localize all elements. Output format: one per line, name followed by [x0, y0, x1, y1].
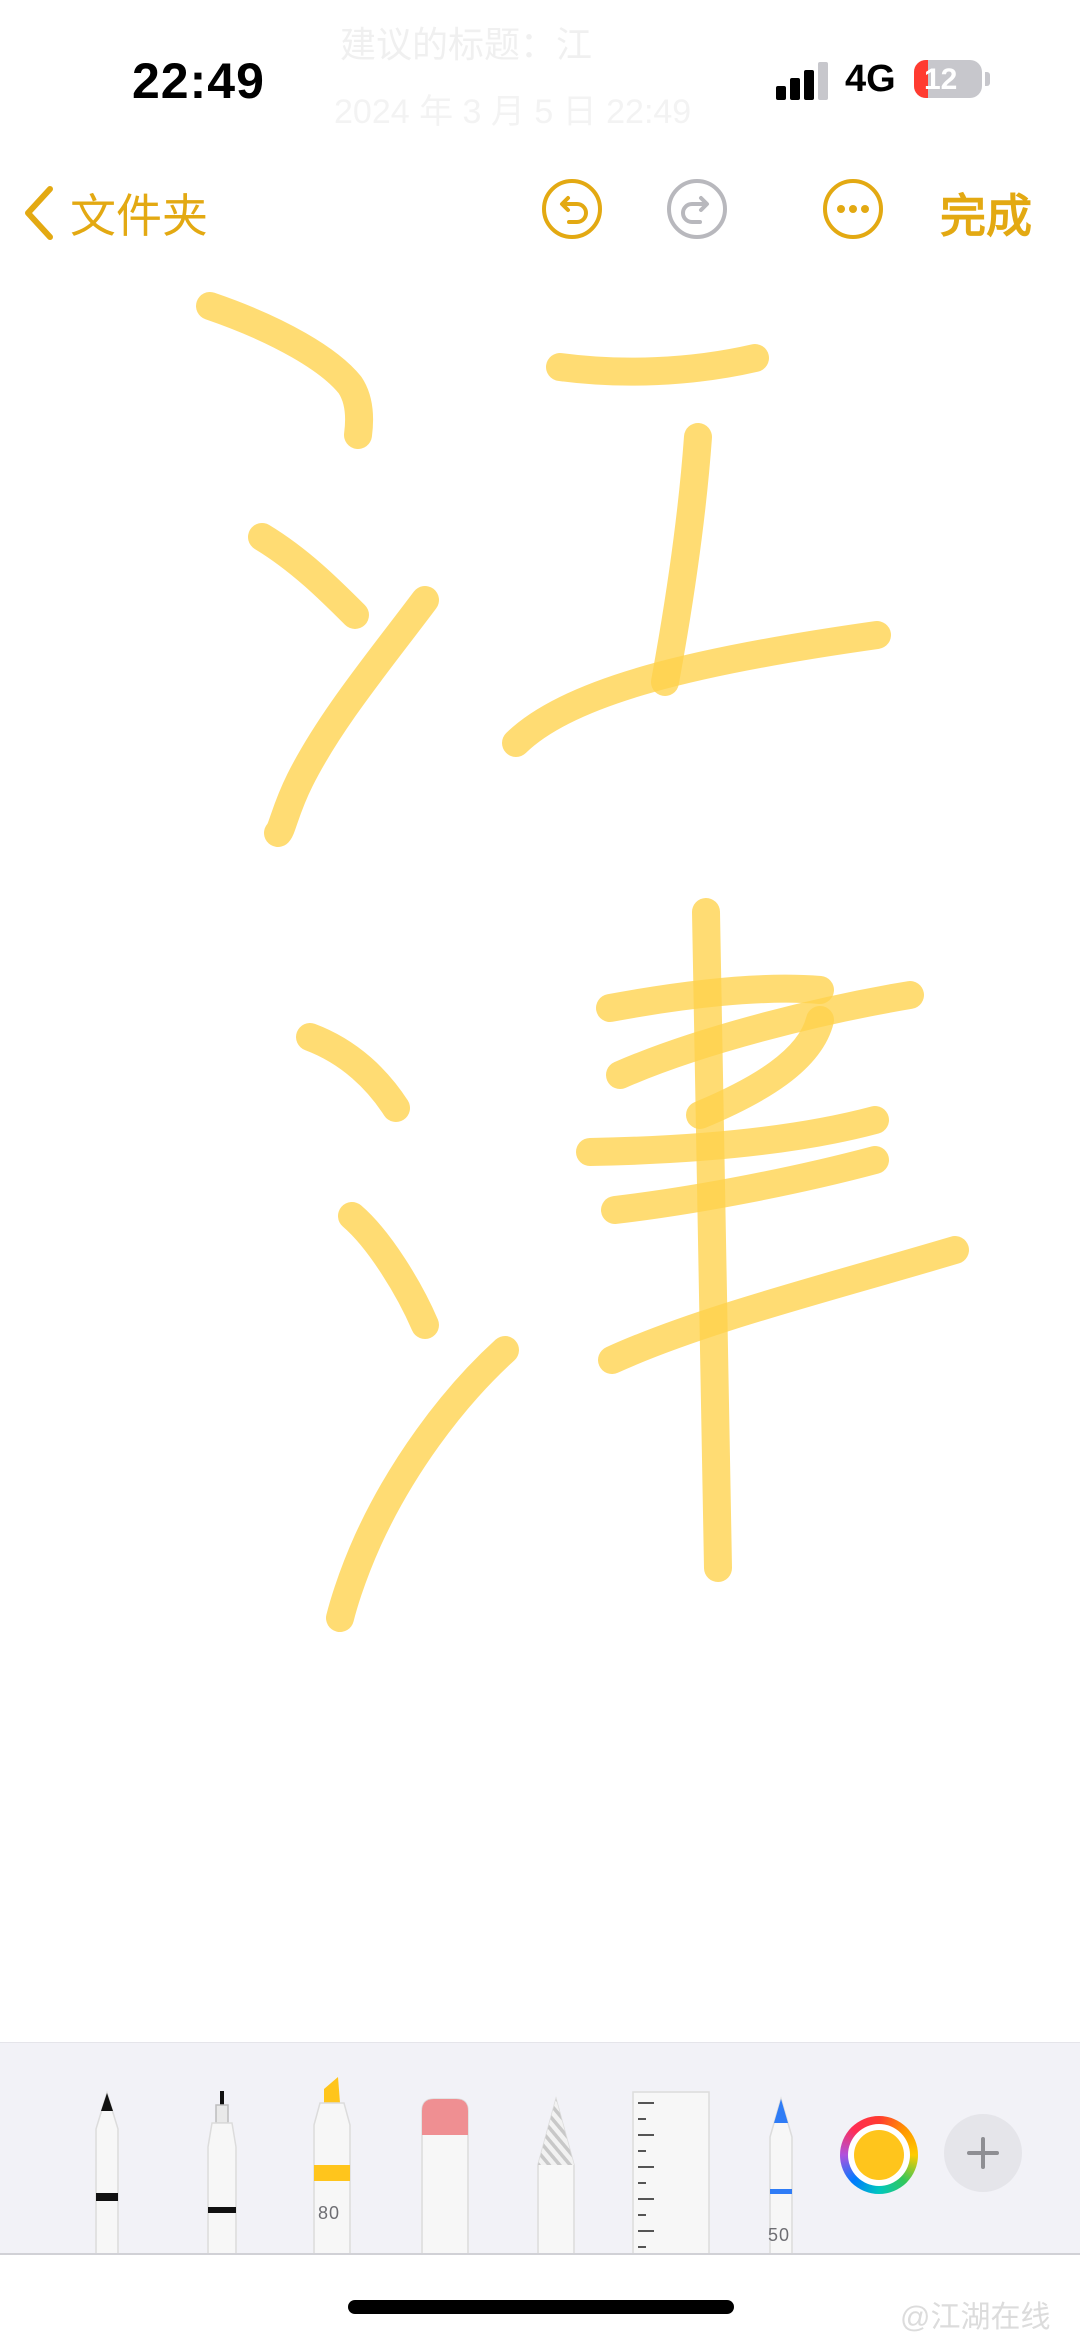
undo-button[interactable]: [541, 178, 603, 240]
ink-stroke: [546, 344, 769, 386]
highlighter-tool[interactable]: [306, 2073, 358, 2255]
ink-stroke: [296, 1023, 410, 1122]
drawing-canvas[interactable]: [0, 0, 1080, 2341]
network-type: 4G: [845, 58, 896, 100]
ink-stroke: [686, 1006, 834, 1129]
note-title-hint: 建议的标题：江: [340, 24, 593, 65]
monoline-tool[interactable]: [194, 2089, 250, 2255]
ink-stroke: [606, 981, 924, 1089]
color-picker-button[interactable]: [840, 2116, 918, 2194]
ink-stroke: [651, 423, 712, 696]
battery-level: 12: [924, 63, 958, 96]
ink-stroke: [598, 1236, 969, 1374]
battery-icon: 12: [914, 60, 982, 98]
chevron-left-icon: [25, 186, 53, 240]
selected-color-swatch: [854, 2130, 904, 2180]
home-indicator[interactable]: [348, 2300, 734, 2314]
battery-tip: [985, 72, 990, 86]
done-button[interactable]: 完成: [940, 180, 1032, 246]
ink-stroke: [502, 621, 891, 757]
redo-icon: [667, 179, 727, 239]
watermark-text: @江湖在线: [900, 2301, 1051, 2334]
highlighter-width: 80: [318, 2203, 341, 2223]
ink-stroke: [338, 1202, 439, 1339]
back-label: 文件夹: [70, 190, 208, 242]
ink-stroke: [264, 586, 439, 847]
eraser-tool[interactable]: [418, 2095, 472, 2255]
redo-button[interactable]: [666, 178, 728, 240]
tool-palette: 80 50: [0, 2042, 1080, 2255]
ink-stroke: [601, 1146, 889, 1224]
pen-tool[interactable]: [80, 2089, 134, 2255]
note-date-hint: 2024 年 3 月 5 日 22:49: [334, 93, 692, 131]
ink-stroke: [248, 523, 369, 629]
ink-stroke: [196, 292, 373, 449]
signal-icon: [776, 60, 832, 100]
pencil-tool[interactable]: [530, 2095, 582, 2255]
ink-stroke: [576, 1106, 889, 1166]
ink-stroke: [326, 1336, 519, 1632]
back-button[interactable]: 文件夹: [22, 180, 208, 246]
ink-stroke: [692, 898, 732, 1582]
plus-icon: [967, 2137, 999, 2169]
ruler-tool[interactable]: [632, 2091, 710, 2255]
more-button[interactable]: [822, 178, 884, 240]
status-time: 22:49: [132, 53, 265, 109]
add-tool-button[interactable]: [944, 2114, 1022, 2192]
crayon-width: 50: [768, 2225, 791, 2245]
undo-icon: [542, 179, 602, 239]
more-icon: [823, 179, 883, 239]
ink-stroke: [596, 974, 834, 1022]
